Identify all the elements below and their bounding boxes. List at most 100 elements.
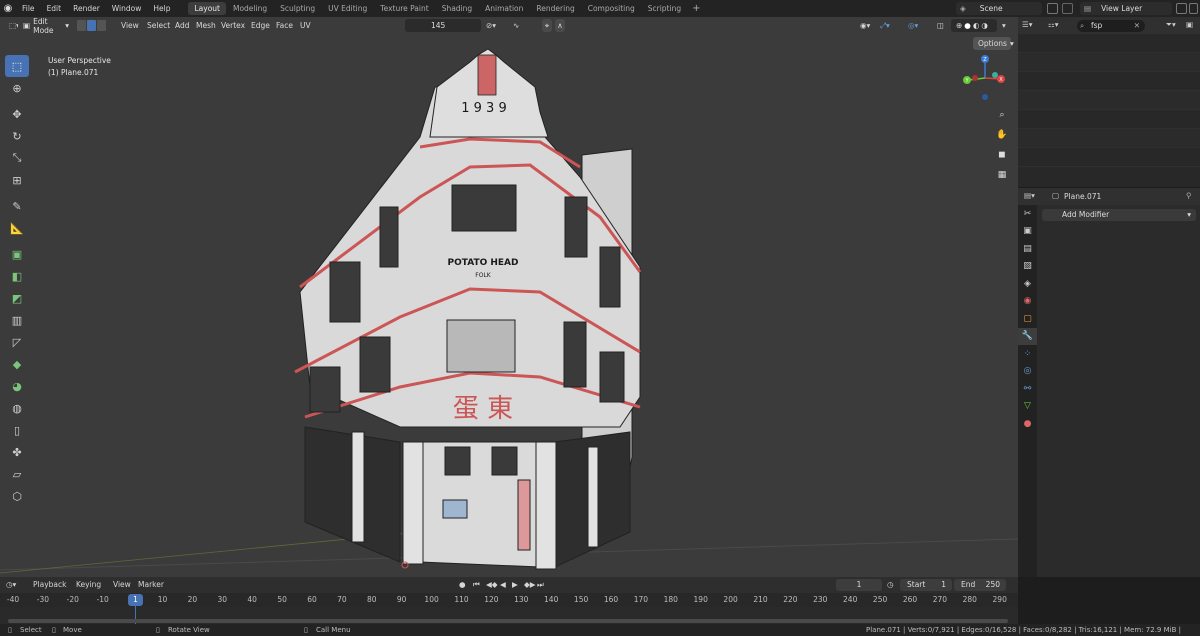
timeline-menu-keying[interactable]: Keying [76,577,101,593]
outliner-row[interactable] [1018,34,1200,53]
current-frame-field[interactable]: 1 [836,579,882,591]
timeline-menu-playback[interactable]: Playback [33,577,66,593]
menu-help[interactable]: Help [147,0,176,17]
outliner-row[interactable] [1018,53,1200,72]
timeline-editor-icon[interactable]: ◷▾ [6,577,16,593]
add-modifier-dropdown[interactable]: Add Modifier ▾ [1042,209,1196,221]
frame-tick-label: -30 [36,595,50,604]
render-tab-icon[interactable]: ▣ [1018,223,1037,241]
blender-logo-icon[interactable]: ◉ [0,0,16,17]
perspective-grid-icon[interactable]: ▦ [993,166,1011,184]
clear-search-icon[interactable]: ✕ [1134,20,1140,32]
3d-viewport[interactable]: ⬚▾ ▣ Edit Mode ▾ View Select Add Mesh Ve… [0,17,1018,577]
timeline-scrollbar[interactable] [8,619,1008,623]
jump-start-icon[interactable]: ⏮ [473,577,480,593]
material-tab-icon[interactable]: ● [1018,415,1037,433]
gizmo-neg-y-handle[interactable] [992,72,998,78]
chinese-sign: 蛋 東 [453,394,513,424]
mouse-middle-icon: ▯ [52,626,56,634]
prev-keyframe-icon[interactable]: ◀◆ [486,577,498,593]
pin-icon[interactable]: ⚲ [1186,191,1192,200]
physics-tab-icon[interactable]: ◎ [1018,363,1037,381]
tab-sculpting[interactable]: Sculpting [274,2,321,15]
outliner-row[interactable] [1018,148,1200,167]
start-frame-field[interactable]: Start 1 [900,579,952,591]
tab-scripting[interactable]: Scripting [642,2,687,15]
tab-shading[interactable]: Shading [436,2,478,15]
delete-view-layer-icon[interactable] [1189,3,1198,14]
jump-end-icon[interactable]: ⏭ [537,577,544,593]
outliner-row[interactable] [1018,72,1200,91]
outliner-search-input[interactable]: ⌕ fsp ✕ [1077,20,1145,32]
tab-animation[interactable]: Animation [479,2,529,15]
tab-uv-editing[interactable]: UV Editing [322,2,373,15]
gizmo-x-label: X [999,77,1003,83]
timeline-editor[interactable]: ◷▾ Playback Keying View Marker ● ⏮ ◀◆ ◀ … [0,577,1018,624]
properties-editor-icon[interactable]: ▤▾ [1024,191,1035,200]
scene-selector[interactable]: ◈ Scene [956,2,1042,15]
potato-head-sign: POTATO HEAD [448,258,519,268]
window-middle-far-right [599,351,625,403]
window-middle-far-left [309,366,341,413]
building-model[interactable]: 1 9 3 9 POTATO HEAD FOLK 蛋 東 [0,17,1018,577]
navigation-gizmo[interactable]: Z X Y [955,53,1005,103]
play-icon[interactable]: ▶ [512,577,518,593]
menu-render[interactable]: Render [67,0,106,17]
tab-compositing[interactable]: Compositing [582,2,641,15]
play-reverse-icon[interactable]: ◀ [500,577,506,593]
outliner-row[interactable] [1018,129,1200,148]
zoom-icon[interactable]: ⌕ [993,106,1011,124]
delete-scene-icon[interactable] [1062,3,1073,14]
add-workspace-button[interactable]: + [688,3,704,14]
workspace-tabs: Layout Modeling Sculpting UV Editing Tex… [188,0,704,17]
menu-edit[interactable]: Edit [41,0,68,17]
modifier-tab-icon[interactable]: 🔧 [1018,327,1037,345]
tab-layout[interactable]: Layout [188,2,226,15]
gizmo-neg-z-handle[interactable] [982,94,988,100]
outliner-row[interactable] [1018,110,1200,129]
scene-tab-icon[interactable]: ◈ [1018,275,1037,293]
view-layer-tab-icon[interactable]: ▧ [1018,258,1037,276]
new-collection-icon[interactable]: ▣ [1186,20,1193,29]
new-view-layer-icon[interactable] [1176,3,1187,14]
filter-icon[interactable]: ⏷▾ [1166,20,1176,30]
frame-tick-label: 30 [217,595,228,604]
constraints-tab-icon[interactable]: ⚯ [1018,380,1037,398]
new-scene-icon[interactable] [1047,3,1058,14]
frame-tick-label: 230 [813,595,828,604]
frame-tick-label: 290 [992,595,1007,604]
outliner-panel[interactable]: ☰▾ ⚏▾ ⏷▾ ▣ [1018,17,1200,187]
menu-file[interactable]: File [16,0,41,17]
playhead-frame-label[interactable]: 1 [128,594,143,606]
tool-settings-tab-icon[interactable]: ✂ [1018,205,1037,223]
particles-tab-icon[interactable]: ⁘ [1018,345,1037,363]
gizmo-neg-x-handle[interactable] [972,75,978,81]
pan-hand-icon[interactable]: ✋ [993,126,1011,144]
menu-window[interactable]: Window [106,0,148,17]
camera-view-icon[interactable]: ◼ [993,146,1011,164]
frame-tick-label: 270 [932,595,948,604]
viewport-navigation: ⌕ ✋ ◼ ▦ [993,106,1013,186]
frame-tick-label: 250 [872,595,888,604]
data-tab-icon[interactable]: ▽ [1018,398,1037,416]
tab-modeling[interactable]: Modeling [227,2,273,15]
outliner-row[interactable] [1018,91,1200,110]
timeline-menu-view[interactable]: View [113,577,131,593]
clock-icon[interactable]: ◷ [887,577,894,593]
view-layer-name: View Layer [1101,4,1143,13]
object-tab-icon[interactable]: ▢ [1018,310,1037,328]
record-icon[interactable]: ● [459,577,466,593]
mesh-object-icon: ▢ [1052,191,1060,200]
properties-panel[interactable]: ▤▾ ▢ Plane.071 ⚲ ✂ ▣ ▤ ▧ ◈ ◉ ▢ 🔧 ⁘ ◎ ⚯ ▽… [1018,188,1200,577]
timeline-menu-marker[interactable]: Marker [138,577,164,593]
tab-texture-paint[interactable]: Texture Paint [374,2,434,15]
display-mode-icon[interactable]: ⚏▾ [1048,20,1059,29]
outliner-editor-icon[interactable]: ☰▾ [1022,20,1033,29]
frame-ruler[interactable]: -40 -30 -20 -10 10 20 30 40 50 60 70 80 90 100 110 120 1… [0,593,1018,607]
view-layer-selector[interactable]: ▤ View Layer [1080,2,1172,15]
tab-rendering[interactable]: Rendering [530,2,580,15]
end-frame-field[interactable]: End 250 [954,579,1006,591]
output-tab-icon[interactable]: ▤ [1018,240,1037,258]
next-keyframe-icon[interactable]: ◆▶ [524,577,536,593]
world-tab-icon[interactable]: ◉ [1018,293,1037,311]
